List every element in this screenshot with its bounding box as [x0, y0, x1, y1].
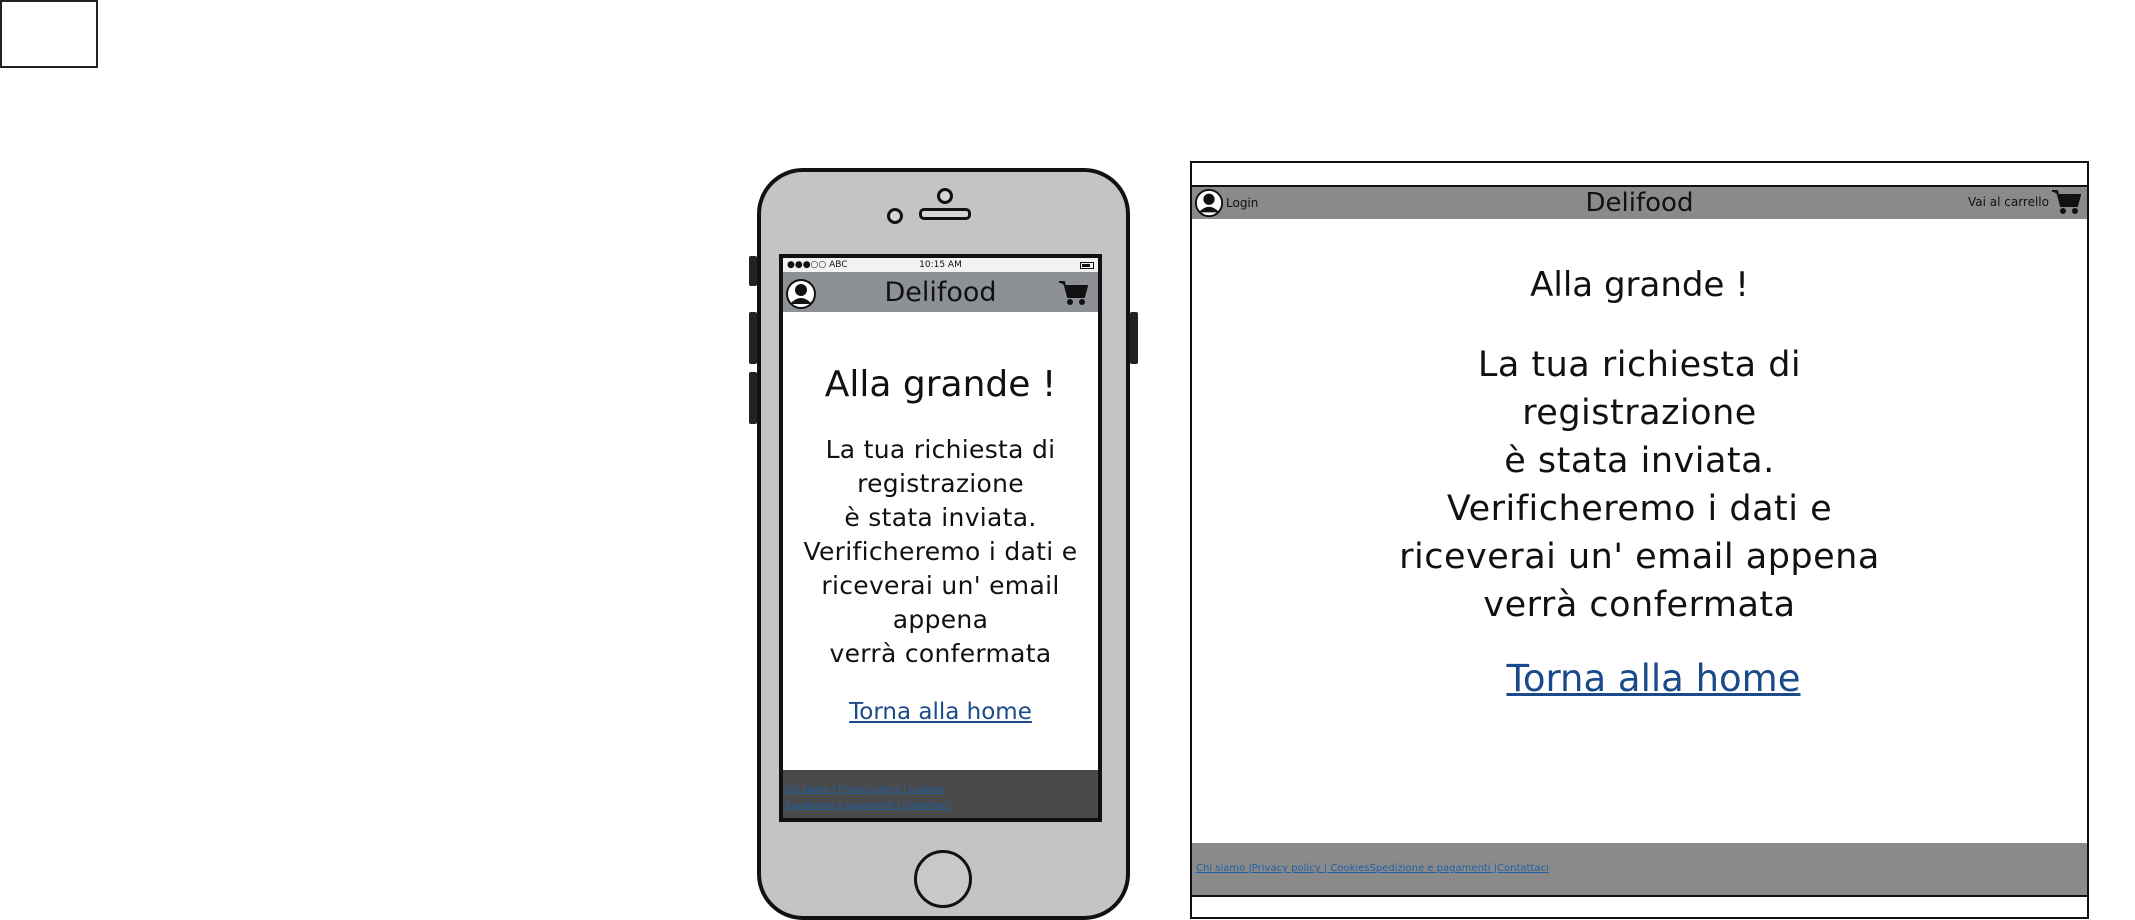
user-icon: [1194, 188, 1224, 218]
back-home-link[interactable]: Torna alla home: [849, 699, 1032, 725]
cart-button[interactable]: Vai al carrello: [1968, 189, 2081, 215]
mobile-content: Alla grande ! La tua richiesta di regist…: [783, 312, 1098, 725]
phone-screen: ●●●○○ ABC 10:15 AM Delifood Alla grande …: [779, 254, 1102, 822]
footer-links-line1[interactable]: Chi siamo | Privacy policy | Cookies: [785, 785, 944, 795]
footer-links-line2[interactable]: Spedizione e pagamenti | Contattaci: [785, 801, 949, 811]
mobile-footer: Chi siamo | Privacy policy | Cookies Spe…: [783, 770, 1098, 818]
footer-links[interactable]: Chi siamo |Privacy policy | CookiesSpedi…: [1196, 863, 1549, 874]
success-heading: Alla grande !: [1530, 265, 1749, 305]
success-heading: Alla grande !: [824, 364, 1057, 405]
phone-mute-switch: [749, 256, 757, 286]
mobile-mockup: ●●●○○ ABC 10:15 AM Delifood Alla grande …: [749, 168, 1138, 920]
desktop-mockup: Login Delifood Vai al carrello Alla gran…: [1190, 161, 2089, 919]
phone-volume-up: [749, 312, 757, 364]
battery-icon: [1079, 261, 1094, 269]
status-bar: ●●●○○ ABC 10:15 AM: [783, 258, 1098, 272]
desktop-footer: Chi siamo |Privacy policy | CookiesSpedi…: [1192, 843, 2087, 897]
placeholder-box: [0, 0, 98, 68]
status-time: 10:15 AM: [919, 260, 962, 270]
phone-home-button[interactable]: [914, 850, 972, 908]
app-title: Delifood: [884, 276, 997, 308]
login-label: Login: [1226, 196, 1259, 210]
phone-volume-down: [749, 372, 757, 424]
confirmation-message: La tua richiesta di registrazione è stat…: [803, 435, 1078, 668]
desktop-content: Alla grande ! La tua richiesta di regist…: [1192, 217, 2087, 700]
confirmation-message: La tua richiesta di registrazione è stat…: [1399, 345, 1880, 625]
phone-sensor-icon: [937, 188, 953, 204]
carrier-signal: ●●●○○ ABC: [787, 260, 848, 270]
phone-speaker: [919, 208, 971, 220]
phone-camera-icon: [887, 208, 903, 224]
desktop-header: Login Delifood Vai al carrello: [1192, 185, 2087, 219]
back-home-link[interactable]: Torna alla home: [1507, 657, 1801, 700]
cart-icon: [2052, 190, 2081, 214]
login-button[interactable]: Login: [1194, 188, 1258, 218]
mobile-header: Delifood: [783, 272, 1098, 312]
phone-power-button: [1130, 312, 1138, 364]
app-title: Delifood: [1585, 188, 1694, 218]
cart-icon[interactable]: [1058, 280, 1089, 310]
user-icon[interactable]: [785, 278, 817, 314]
cart-label: Vai al carrello: [1967, 195, 2049, 209]
